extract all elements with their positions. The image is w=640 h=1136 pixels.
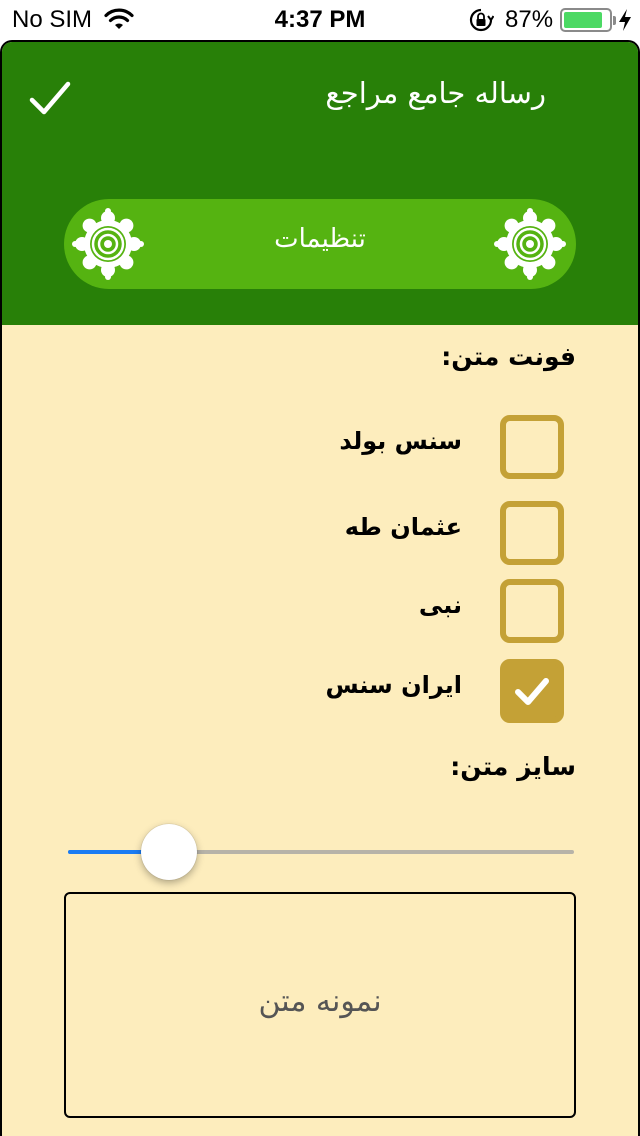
font-checkbox[interactable] <box>500 579 564 643</box>
font-option: سنس بولد <box>302 415 566 481</box>
font-option: ایران سنس <box>302 659 566 725</box>
battery-tip <box>613 16 616 25</box>
done-button[interactable] <box>28 78 72 118</box>
text-size-slider[interactable] <box>68 822 574 882</box>
font-section-label: فونت متن: <box>441 342 576 371</box>
font-checkbox[interactable] <box>500 415 564 479</box>
font-option: عثمان طه <box>302 501 566 567</box>
font-checkbox[interactable] <box>500 501 564 565</box>
settings-banner: تنظیمات <box>64 199 576 289</box>
font-option-label: عثمان طه <box>344 513 462 541</box>
size-section-label: سایز متن: <box>450 752 576 781</box>
battery-icon <box>560 8 612 32</box>
ornament-icon <box>494 208 566 280</box>
preview-sample-text: نمونه متن <box>258 984 382 1019</box>
orientation-lock-icon <box>468 8 495 37</box>
text-preview-box: نمونه متن <box>64 892 576 1118</box>
app-title: رساله جامع مراجع <box>325 76 546 110</box>
checkmark-icon <box>29 81 71 115</box>
font-checkbox-checked[interactable] <box>500 659 564 723</box>
checkmark-icon <box>515 678 549 705</box>
battery-percent: 87% <box>505 6 554 33</box>
slider-thumb[interactable] <box>141 824 198 880</box>
font-option: نبی <box>302 579 566 645</box>
status-bar: No SIM 4:37 PM 87% <box>0 0 640 40</box>
font-option-label: نبی <box>418 591 462 619</box>
header: رساله جامع مراجع تنظیمات <box>2 42 638 325</box>
font-option-label: ایران سنس <box>325 671 462 699</box>
charging-bolt-icon <box>618 8 632 37</box>
font-option-label: سنس بولد <box>339 427 462 455</box>
app-window: رساله جامع مراجع تنظیمات فونت متن: سنس ب… <box>0 40 640 1136</box>
